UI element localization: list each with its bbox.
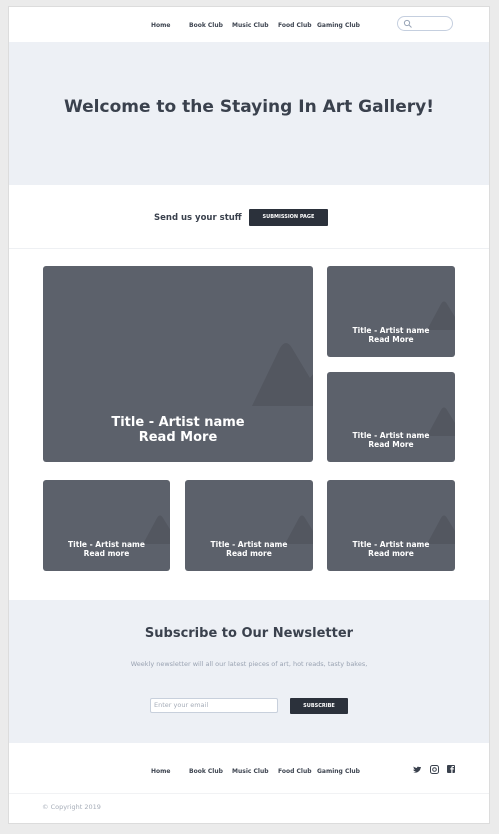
page: Home Book Club Music Club Food Club Gami… xyxy=(8,6,490,824)
nav-home[interactable]: Home xyxy=(151,22,170,29)
twitter-icon[interactable] xyxy=(413,766,422,774)
facebook-icon[interactable] xyxy=(447,765,455,773)
card-read-more[interactable]: Read More xyxy=(43,430,313,446)
gallery-card-featured[interactable]: Title - Artist name Read More xyxy=(43,266,313,462)
card-read-more[interactable]: Read More xyxy=(327,335,455,345)
footer-nav-home[interactable]: Home xyxy=(151,768,170,775)
footer-divider xyxy=(9,793,489,794)
gallery-card[interactable]: Title - Artist name Read more xyxy=(43,480,170,571)
subscribe-button[interactable]: SUBSCRIBE xyxy=(290,698,348,714)
nav-gaming-club[interactable]: Gaming Club xyxy=(317,22,360,29)
nav-music-club[interactable]: Music Club xyxy=(232,22,269,29)
card-read-more[interactable]: Read More xyxy=(327,440,455,450)
search-icon xyxy=(403,19,412,28)
gallery-card[interactable]: Title - Artist name Read More xyxy=(327,372,455,462)
copyright: © Copyright 2019 xyxy=(42,803,101,811)
card-read-more[interactable]: Read more xyxy=(327,549,455,559)
newsletter-section: Subscribe to Our Newsletter Weekly newsl… xyxy=(9,600,489,743)
nav-food-club[interactable]: Food Club xyxy=(278,22,312,29)
gallery-card[interactable]: Title - Artist name Read more xyxy=(327,480,455,571)
footer-nav-gaming-club[interactable]: Gaming Club xyxy=(317,768,360,775)
newsletter-title: Subscribe to Our Newsletter xyxy=(144,626,354,641)
gallery-card[interactable]: Title - Artist name Read more xyxy=(185,480,313,571)
card-title: Title - Artist name xyxy=(111,415,245,430)
nav-book-club[interactable]: Book Club xyxy=(189,22,223,29)
footer-nav-music-club[interactable]: Music Club xyxy=(232,768,269,775)
hero-title: Welcome to the Staying In Art Gallery! xyxy=(64,97,434,117)
submission-page-button[interactable]: SUBMISSION PAGE xyxy=(249,209,328,226)
hero: Welcome to the Staying In Art Gallery! xyxy=(9,42,489,185)
card-read-more[interactable]: Read more xyxy=(43,549,170,559)
gallery-card[interactable]: Title - Artist name Read More xyxy=(327,266,455,357)
card-read-more[interactable]: Read more xyxy=(185,549,313,559)
search-input[interactable] xyxy=(397,16,453,31)
instagram-icon[interactable] xyxy=(430,765,439,774)
email-input[interactable]: Enter your email xyxy=(150,698,278,713)
submission-text: Send us your stuff xyxy=(154,213,242,223)
footer-nav-food-club[interactable]: Food Club xyxy=(278,768,312,775)
submission-section: Send us your stuff SUBMISSION PAGE xyxy=(9,185,489,249)
newsletter-description: Weekly newsletter will all our latest pi… xyxy=(130,660,368,668)
footer-nav-book-club[interactable]: Book Club xyxy=(189,768,223,775)
